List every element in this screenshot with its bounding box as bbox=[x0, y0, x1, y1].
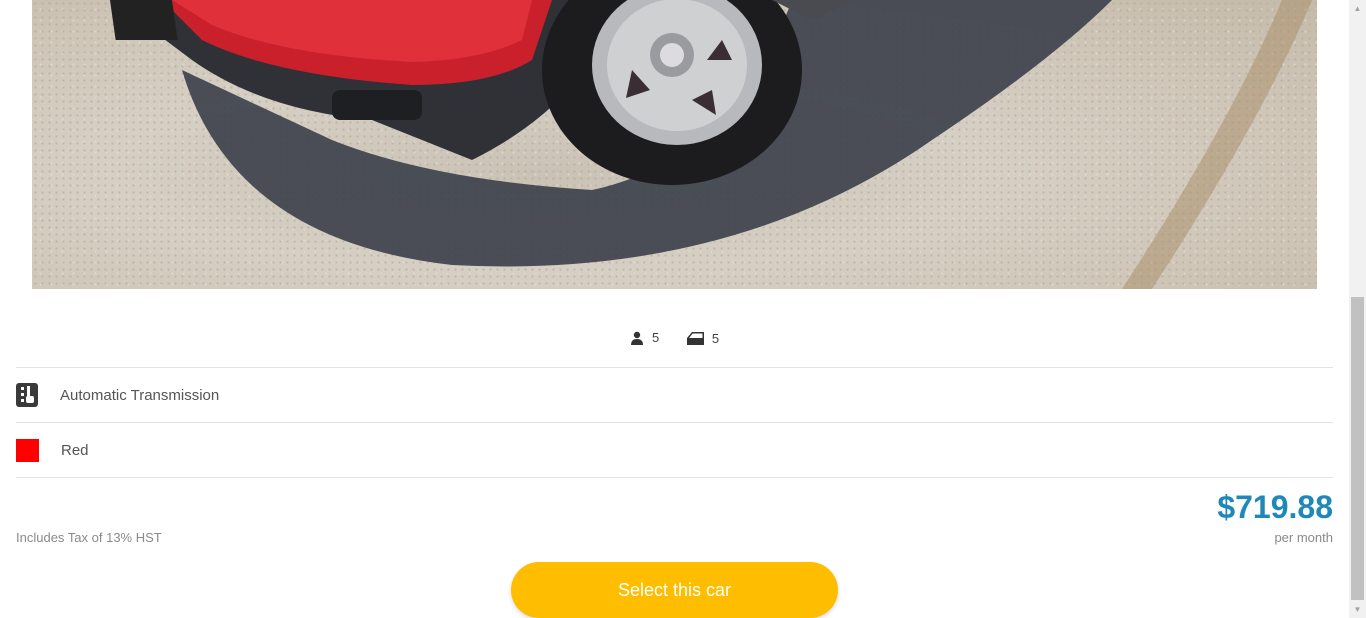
person-icon bbox=[630, 331, 643, 345]
doors-spec: 5 bbox=[686, 330, 720, 346]
scrollbar-thumb[interactable] bbox=[1351, 297, 1364, 600]
gear-shift-icon bbox=[16, 383, 38, 407]
doors-count: 5 bbox=[711, 330, 720, 346]
vertical-scrollbar[interactable]: ▲ ▼ bbox=[1349, 0, 1366, 618]
tax-note: Includes Tax of 13% HST bbox=[16, 530, 162, 545]
color-label: Red bbox=[61, 441, 89, 459]
price-period: per month bbox=[1274, 530, 1333, 545]
monthly-price: $719.88 bbox=[1217, 489, 1333, 525]
divider bbox=[16, 477, 1333, 478]
passengers-spec: 5 bbox=[630, 330, 659, 345]
select-car-button[interactable]: Select this car bbox=[511, 562, 838, 618]
transmission-row: Automatic Transmission bbox=[16, 367, 1333, 422]
passengers-count: 5 bbox=[651, 330, 660, 345]
arrow-down-icon[interactable]: ▼ bbox=[1349, 601, 1366, 618]
car-door-icon bbox=[686, 331, 704, 345]
transmission-label: Automatic Transmission bbox=[60, 386, 220, 404]
vehicle-specs: 5 5 bbox=[0, 330, 1349, 348]
color-swatch bbox=[16, 438, 39, 462]
color-row: Red bbox=[16, 422, 1333, 477]
vehicle-photo bbox=[32, 0, 1317, 289]
arrow-up-icon[interactable]: ▲ bbox=[1349, 0, 1366, 17]
